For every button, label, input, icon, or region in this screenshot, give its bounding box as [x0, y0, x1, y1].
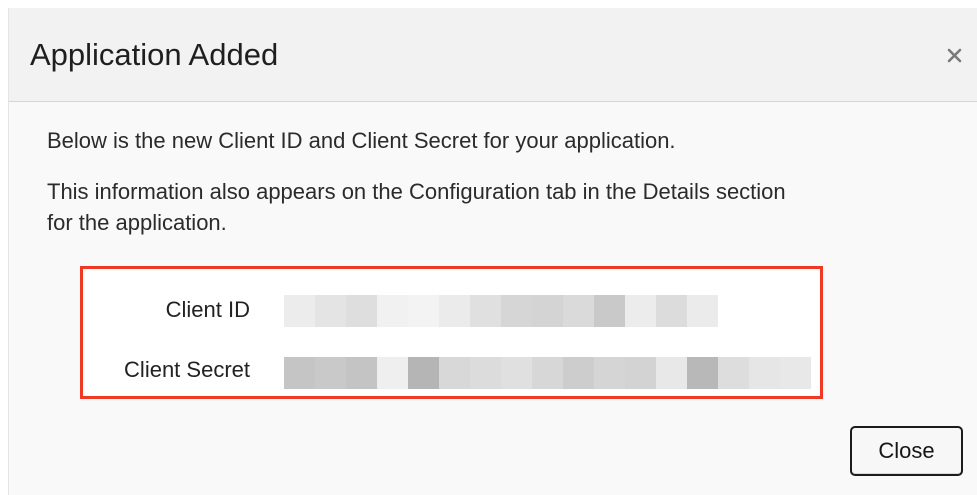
application-added-dialog: Application Added Below is the new Clien…: [8, 8, 977, 495]
info-text-new-credentials: Below is the new Client ID and Client Se…: [47, 128, 676, 153]
redacted-block: [594, 295, 625, 327]
redacted-block: [687, 295, 718, 327]
client-id-value-redacted: [284, 295, 718, 327]
redacted-block: [315, 357, 346, 389]
client-secret-label: Client Secret: [124, 357, 250, 382]
client-secret-value-redacted: [284, 357, 811, 389]
redacted-block: [315, 295, 346, 327]
redacted-block: [532, 295, 563, 327]
redacted-block: [563, 357, 594, 389]
redacted-block: [780, 357, 811, 389]
credentials-highlight-box: Client ID Client Secret: [80, 266, 823, 399]
redacted-block: [625, 357, 656, 389]
redacted-block: [718, 357, 749, 389]
dialog-header: Application Added: [9, 8, 977, 102]
redacted-block: [563, 295, 594, 327]
redacted-block: [594, 357, 625, 389]
redacted-block: [377, 295, 408, 327]
redacted-block: [625, 295, 656, 327]
redacted-block: [284, 295, 315, 327]
dialog-title: Application Added: [30, 37, 279, 72]
redacted-block: [656, 295, 687, 327]
redacted-block: [408, 295, 439, 327]
info-text-configuration-tab-cont: for the application.: [47, 210, 227, 235]
info-text-configuration-tab: This information also appears on the Con…: [47, 179, 786, 204]
redacted-block: [532, 357, 563, 389]
redacted-block: [470, 357, 501, 389]
redacted-block: [501, 357, 532, 389]
redacted-block: [439, 295, 470, 327]
redacted-block: [749, 357, 780, 389]
redacted-block: [377, 357, 408, 389]
redacted-block: [439, 357, 470, 389]
client-id-label: Client ID: [165, 297, 250, 322]
redacted-block: [346, 357, 377, 389]
redacted-block: [501, 295, 532, 327]
redacted-block: [470, 295, 501, 327]
redacted-block: [656, 357, 687, 389]
redacted-block: [284, 357, 315, 389]
redacted-block: [408, 357, 439, 389]
redacted-block: [687, 357, 718, 389]
close-icon[interactable]: [944, 44, 966, 66]
close-button[interactable]: Close: [850, 426, 963, 476]
redacted-block: [346, 295, 377, 327]
